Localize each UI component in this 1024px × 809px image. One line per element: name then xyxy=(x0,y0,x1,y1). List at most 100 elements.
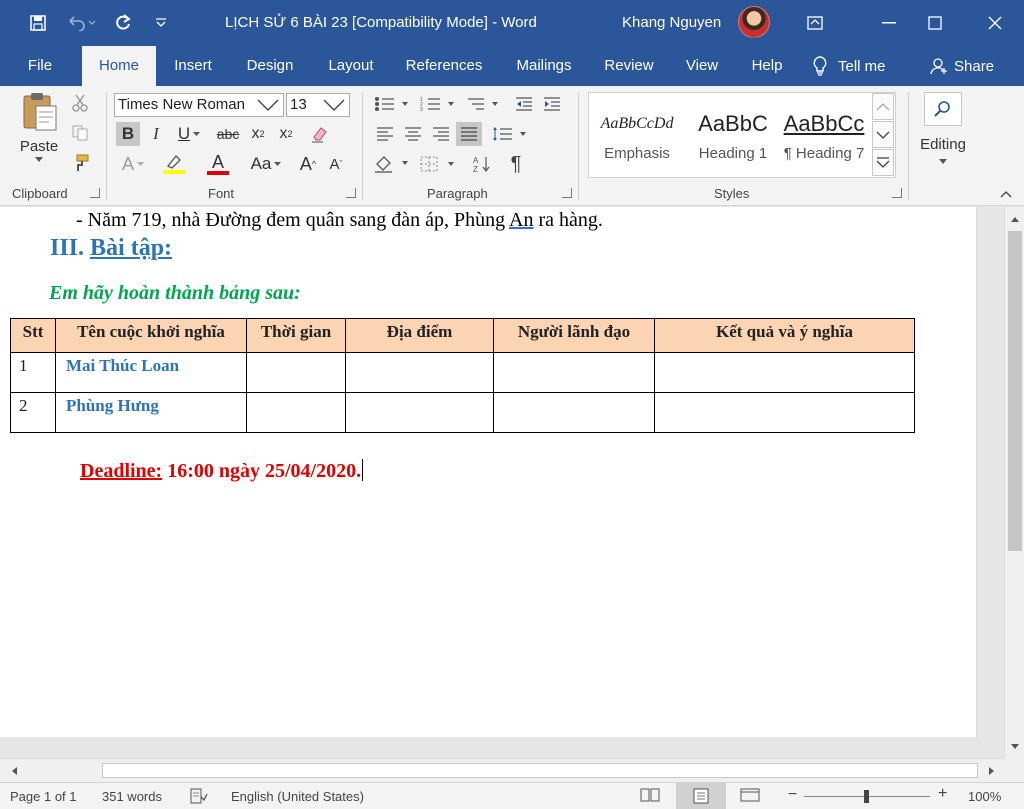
copy-icon[interactable] xyxy=(68,122,92,144)
table-cell[interactable] xyxy=(345,352,494,393)
tab-insert[interactable]: Insert xyxy=(162,46,224,86)
align-right-icon[interactable] xyxy=(428,122,454,146)
read-mode-icon[interactable] xyxy=(640,787,660,806)
table-cell[interactable] xyxy=(493,392,655,433)
scroll-down-icon[interactable] xyxy=(1005,737,1024,757)
sort-icon[interactable]: AZ xyxy=(470,152,494,176)
tab-layout[interactable]: Layout xyxy=(318,46,384,86)
maximize-icon[interactable] xyxy=(912,0,958,46)
line-spacing-icon[interactable] xyxy=(490,122,530,146)
scroll-up-icon[interactable] xyxy=(1005,209,1024,229)
tab-help[interactable]: Help xyxy=(742,46,792,86)
styles-scroll-down-icon[interactable] xyxy=(872,121,894,148)
horizontal-scrollbar[interactable] xyxy=(0,758,1004,782)
table-cell[interactable] xyxy=(345,392,494,433)
change-case-button[interactable]: Aa xyxy=(246,152,286,176)
underline-button[interactable]: U xyxy=(172,122,206,146)
shading-icon[interactable] xyxy=(372,152,412,176)
tell-me-search[interactable]: Tell me xyxy=(812,46,886,86)
justify-icon[interactable] xyxy=(456,122,482,146)
collapse-ribbon-icon[interactable] xyxy=(998,188,1014,200)
clear-formatting-icon[interactable] xyxy=(308,122,332,146)
zoom-in-button[interactable]: + xyxy=(938,785,947,803)
align-center-icon[interactable] xyxy=(400,122,426,146)
style-heading-7[interactable]: AaBbCc ¶ Heading 7 xyxy=(779,93,869,177)
table-cell[interactable]: Mai Thúc Loan xyxy=(55,352,247,393)
table-cell[interactable] xyxy=(654,392,915,433)
undo-icon[interactable] xyxy=(62,0,102,46)
font-name-combo[interactable]: Times New Roman xyxy=(114,93,284,117)
customize-quick-access-icon[interactable] xyxy=(148,0,174,46)
styles-launcher-icon[interactable] xyxy=(892,188,902,198)
table-cell[interactable]: 1 xyxy=(10,352,56,393)
page-count[interactable]: Page 1 of 1 xyxy=(10,789,77,804)
print-layout-icon[interactable] xyxy=(676,783,726,809)
language[interactable]: English (United States) xyxy=(231,789,364,804)
zoom-slider-thumb[interactable] xyxy=(864,790,869,803)
word-count[interactable]: 351 words xyxy=(102,789,162,804)
proofing-icon[interactable] xyxy=(190,788,208,807)
text-effects-button[interactable]: A xyxy=(116,152,150,176)
multilevel-list-icon[interactable] xyxy=(462,92,502,116)
web-layout-icon[interactable] xyxy=(740,787,760,806)
tab-mailings[interactable]: Mailings xyxy=(506,46,582,86)
tab-view[interactable]: View xyxy=(676,46,728,86)
strikethrough-button[interactable]: abc xyxy=(214,122,242,146)
editing-button[interactable]: Editing xyxy=(914,90,972,174)
bullets-icon[interactable] xyxy=(372,92,412,116)
redo-icon[interactable] xyxy=(110,0,136,46)
grow-font-button[interactable]: A ^ xyxy=(296,152,320,176)
table-cell[interactable] xyxy=(246,352,346,393)
highlight-color-button[interactable] xyxy=(156,150,192,178)
minimize-icon[interactable] xyxy=(866,0,912,46)
close-icon[interactable] xyxy=(972,0,1018,46)
increase-indent-icon[interactable] xyxy=(540,92,564,116)
tab-references[interactable]: References xyxy=(398,46,490,86)
bold-button[interactable]: B xyxy=(116,122,140,146)
save-icon[interactable] xyxy=(24,0,52,46)
font-size-combo[interactable]: 13 xyxy=(286,93,350,117)
paragraph-launcher-icon[interactable] xyxy=(562,188,572,198)
borders-icon[interactable] xyxy=(418,152,458,176)
align-left-icon[interactable] xyxy=(372,122,398,146)
tab-design[interactable]: Design xyxy=(236,46,304,86)
scroll-left-icon[interactable] xyxy=(4,761,24,781)
format-painter-icon[interactable] xyxy=(68,152,92,174)
table-cell[interactable] xyxy=(654,352,915,393)
paste-button[interactable]: Paste xyxy=(16,90,62,174)
table-cell[interactable] xyxy=(246,392,346,433)
cut-icon[interactable] xyxy=(68,92,92,114)
vertical-scroll-thumb[interactable] xyxy=(1008,231,1022,551)
ribbon-display-options-icon[interactable] xyxy=(792,0,838,46)
zoom-out-button[interactable]: − xyxy=(788,786,797,804)
subscript-button[interactable]: x2 xyxy=(246,122,270,146)
zoom-level[interactable]: 100% xyxy=(968,789,1001,804)
document-page[interactable]: - Năm 719, nhà Đường đem quân sang đàn á… xyxy=(0,207,977,737)
numbering-icon[interactable]: 123 xyxy=(418,92,458,116)
tab-home[interactable]: Home xyxy=(82,46,156,86)
user-name[interactable]: Khang Nguyen xyxy=(622,14,721,31)
shrink-font-button[interactable]: Aˇ xyxy=(324,152,348,176)
share-button[interactable]: Share xyxy=(930,46,994,86)
clipboard-launcher-icon[interactable] xyxy=(90,188,100,198)
spellcheck-underlined-word[interactable]: An xyxy=(509,209,533,231)
table-cell[interactable]: 2 xyxy=(10,392,56,433)
decrease-indent-icon[interactable] xyxy=(512,92,536,116)
italic-button[interactable]: I xyxy=(144,122,168,146)
tab-review[interactable]: Review xyxy=(596,46,662,86)
horizontal-scroll-thumb[interactable] xyxy=(102,763,978,778)
style-emphasis[interactable]: AaBbCcDd Emphasis xyxy=(589,93,685,177)
tab-file[interactable]: File xyxy=(16,46,64,86)
style-heading-1[interactable]: AaBbC Heading 1 xyxy=(685,93,781,177)
superscript-button[interactable]: x2 xyxy=(274,122,298,146)
avatar[interactable] xyxy=(738,6,770,38)
table-cell[interactable] xyxy=(493,352,655,393)
table-cell[interactable]: Phùng Hưng xyxy=(55,392,247,433)
font-color-button[interactable]: A xyxy=(200,150,236,178)
font-launcher-icon[interactable] xyxy=(346,188,356,198)
show-formatting-marks-icon[interactable]: ¶ xyxy=(504,152,528,176)
vertical-scrollbar[interactable] xyxy=(1004,207,1024,758)
styles-scroll-up-icon[interactable] xyxy=(872,93,894,120)
styles-more-icon[interactable] xyxy=(872,149,894,176)
scroll-right-icon[interactable] xyxy=(982,761,1002,781)
